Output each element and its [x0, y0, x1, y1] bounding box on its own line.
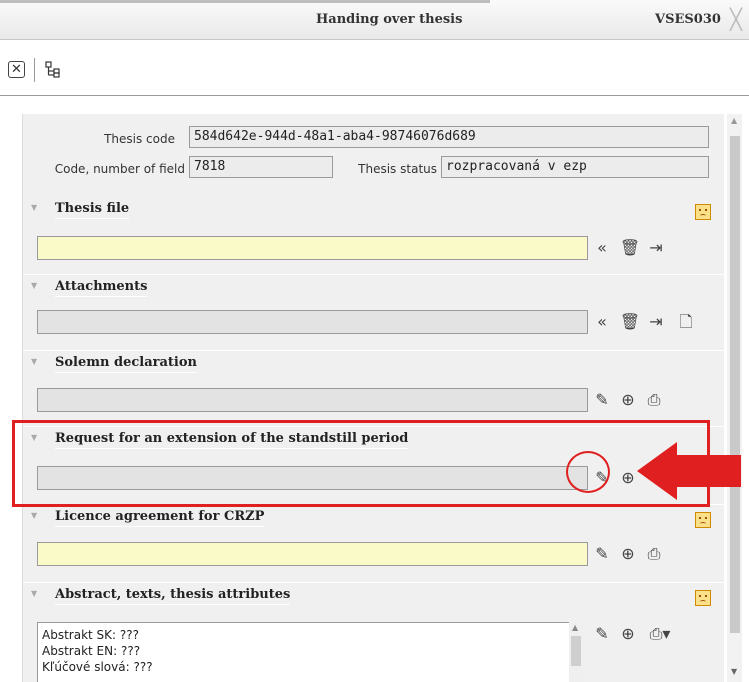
abstract-line: Kľúčové slová: ??? [42, 660, 153, 674]
upload-icon[interactable]: ⇥ [645, 236, 667, 260]
collapse-icon[interactable]: ▼ [31, 203, 37, 212]
warning-face-icon [695, 512, 711, 528]
close-icon[interactable]: ✕ [8, 61, 25, 78]
thesis-form-panel: Thesis code 584d642e-944d-48a1-aba4-9874… [22, 114, 724, 682]
section-attachments: ▼ Attachments [23, 274, 724, 306]
delete-icon[interactable]: 🗑 [619, 310, 641, 334]
section-title: Solemn declaration [55, 355, 197, 373]
highlight-circle [566, 451, 610, 493]
main-scrollbar[interactable]: ▲ ▼ [727, 114, 742, 682]
import-icon[interactable]: « [591, 310, 613, 334]
warning-face-icon [695, 590, 711, 606]
licence-agreement-input[interactable] [37, 542, 588, 566]
import-icon[interactable]: « [591, 236, 613, 260]
attachments-input[interactable] [37, 310, 588, 334]
print-icon[interactable]: ⎙ [643, 542, 665, 566]
org-structure-icon[interactable] [44, 60, 62, 78]
toolbar: ✕ [0, 41, 749, 96]
section-title: Thesis file [55, 201, 130, 219]
section-title: Licence agreement for CRZP [55, 509, 265, 527]
section-divider [23, 582, 724, 583]
section-title: Abstract, texts, thesis attributes [55, 587, 291, 605]
thesis-status-field[interactable]: rozpracovaná v ezp [441, 156, 709, 178]
new-file-icon[interactable]: 🗋 [675, 310, 697, 334]
edit-icon[interactable]: ✎ [591, 388, 613, 412]
collapse-icon[interactable]: ▼ [31, 357, 37, 366]
zoom-icon[interactable]: ⊕ [617, 622, 639, 646]
collapse-icon[interactable]: ▼ [31, 589, 37, 598]
scroll-thumb[interactable] [730, 136, 740, 633]
window-titlebar: Handing over thesis VSES030 ╳ [0, 0, 749, 40]
toolbar-divider [34, 58, 35, 82]
section-divider [23, 350, 724, 351]
abstract-scrollbar[interactable]: ▲ [569, 622, 583, 682]
scroll-up-icon[interactable]: ▲ [572, 623, 578, 632]
section-solemn-declaration: ▼ Solemn declaration [23, 350, 724, 382]
section-divider [23, 274, 724, 275]
edit-icon[interactable]: ✎ [591, 542, 613, 566]
print-icon[interactable]: ⎙ [643, 388, 665, 412]
window-code: VSES030 [655, 12, 721, 27]
collapse-icon[interactable]: ▼ [31, 511, 37, 520]
abstract-line: Abstrakt EN: ??? [42, 644, 141, 658]
thesis-code-field[interactable]: 584d642e-944d-48a1-aba4-98746076d689 [189, 126, 709, 148]
section-title: Attachments [55, 279, 148, 297]
scroll-down-icon[interactable]: ▼ [731, 667, 737, 676]
thesis-file-input[interactable] [37, 236, 588, 260]
code-field-label: Code, number of field [54, 162, 185, 176]
section-thesis-file: ▼ Thesis file [23, 196, 724, 228]
thesis-status-label: Thesis status [358, 162, 437, 176]
zoom-icon[interactable]: ⊕ [617, 388, 639, 412]
warning-face-icon [695, 204, 711, 220]
window-close-icon[interactable]: ╳ [730, 9, 749, 31]
upload-icon[interactable]: ⇥ [645, 310, 667, 334]
section-licence-agreement: ▼ Licence agreement for CRZP [23, 504, 724, 536]
abstract-textarea[interactable]: Abstrakt SK: ??? Abstrakt EN: ??? Kľúčov… [37, 622, 582, 682]
tab-edge [0, 0, 490, 4]
pointer-arrow [637, 442, 741, 500]
abstract-line: Abstrakt SK: ??? [42, 628, 139, 642]
window-title: Handing over thesis [316, 12, 463, 27]
section-abstract: ▼ Abstract, texts, thesis attributes [23, 582, 724, 614]
collapse-icon[interactable]: ▼ [31, 281, 37, 290]
thesis-code-label: Thesis code [104, 132, 175, 146]
code-field-input[interactable]: 7818 [189, 156, 333, 178]
scroll-up-icon[interactable]: ▲ [731, 116, 737, 125]
solemn-declaration-input[interactable] [37, 388, 588, 412]
print-dropdown-icon[interactable]: ⎙▾ [643, 622, 677, 646]
zoom-icon[interactable]: ⊕ [617, 542, 639, 566]
delete-icon[interactable]: 🗑 [619, 236, 641, 260]
edit-icon[interactable]: ✎ [591, 622, 613, 646]
scroll-thumb[interactable] [571, 636, 581, 666]
